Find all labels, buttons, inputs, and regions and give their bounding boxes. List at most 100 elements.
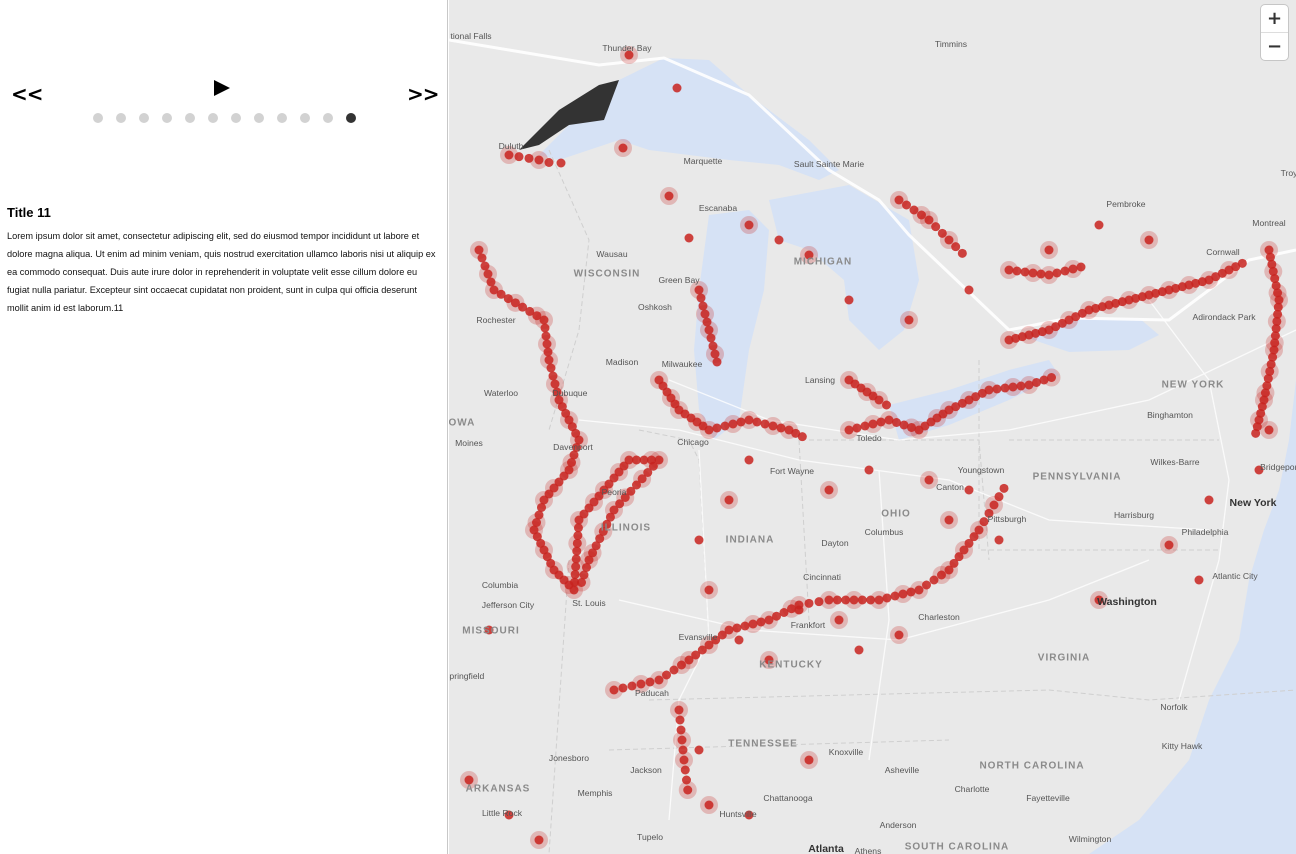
marker-point[interactable] [712, 423, 722, 433]
marker-point[interactable] [1004, 265, 1014, 275]
slide-dot[interactable] [254, 113, 264, 123]
marker-point[interactable] [768, 421, 778, 431]
marker-point[interactable] [931, 222, 941, 232]
marker-point[interactable] [944, 235, 954, 245]
marker-point[interactable] [710, 349, 720, 359]
marker-point[interactable] [514, 152, 524, 162]
marker-point[interactable] [572, 538, 582, 548]
marker-point[interactable] [832, 595, 842, 605]
marker-point[interactable] [914, 585, 924, 595]
marker-point[interactable] [1044, 245, 1054, 255]
marker-point[interactable] [483, 269, 493, 279]
marker-point[interactable] [544, 158, 554, 167]
marker-point[interactable] [904, 315, 914, 325]
slide-dot[interactable] [116, 113, 126, 123]
marker-point[interactable] [724, 495, 734, 505]
marker-point[interactable] [540, 323, 550, 333]
zoom-out-button[interactable]: − [1261, 32, 1288, 60]
marker-point[interactable] [824, 595, 834, 605]
marker-point[interactable] [999, 483, 1009, 493]
marker-point[interactable] [618, 143, 628, 153]
marker-point[interactable] [683, 785, 693, 795]
marker-point[interactable] [609, 685, 619, 695]
play-icon[interactable] [214, 80, 230, 96]
marker-point[interactable] [1204, 495, 1214, 505]
marker-point[interactable] [882, 400, 891, 410]
marker-point[interactable] [924, 215, 934, 225]
slide-dot[interactable] [300, 113, 310, 123]
zoom-in-button[interactable]: + [1261, 5, 1288, 32]
marker-point[interactable] [989, 500, 999, 510]
marker-point[interactable] [534, 155, 544, 165]
marker-point[interactable] [700, 309, 710, 319]
marker-point[interactable] [964, 285, 974, 295]
previous-slide-button[interactable]: << [11, 82, 44, 106]
marker-point[interactable] [864, 465, 874, 475]
marker-point[interactable] [539, 315, 549, 325]
marker-point[interactable] [1012, 266, 1022, 276]
slide-dot[interactable] [93, 113, 103, 123]
marker-point[interactable] [694, 745, 704, 755]
marker-point[interactable] [854, 645, 864, 655]
marker-point[interactable] [504, 150, 514, 160]
marker-point[interactable] [571, 554, 581, 564]
marker-point[interactable] [744, 220, 754, 230]
marker-point[interactable] [542, 339, 552, 349]
marker-point[interactable] [477, 253, 487, 263]
next-slide-button[interactable]: >> [407, 82, 440, 106]
marker-point[interactable] [794, 605, 804, 615]
slide-dot[interactable] [231, 113, 241, 123]
marker-point[interactable] [1144, 235, 1154, 245]
marker-point[interactable] [922, 580, 931, 590]
marker-point[interactable] [734, 635, 744, 645]
marker-point[interactable] [1194, 575, 1204, 585]
slide-dot[interactable] [185, 113, 195, 123]
slide-dot[interactable] [323, 113, 333, 123]
marker-point[interactable] [924, 475, 934, 485]
marker-point[interactable] [992, 384, 1002, 394]
marker-point[interactable] [874, 595, 884, 605]
marker-point[interactable] [849, 595, 859, 605]
marker-point[interactable] [684, 233, 694, 243]
marker-point[interactable] [694, 285, 704, 295]
marker-point[interactable] [902, 200, 911, 210]
marker-point[interactable] [964, 485, 974, 495]
marker-point[interactable] [744, 415, 754, 425]
marker-point[interactable] [844, 295, 854, 305]
marker-point[interactable] [696, 293, 706, 303]
marker-point[interactable] [704, 585, 714, 595]
marker-point[interactable] [704, 325, 714, 335]
marker-point[interactable] [706, 333, 716, 343]
marker-point[interactable] [474, 245, 484, 255]
marker-point[interactable] [824, 485, 834, 495]
marker-point[interactable] [1076, 262, 1086, 272]
marker-point[interactable] [675, 715, 685, 725]
marker-point[interactable] [732, 623, 742, 633]
marker-point[interactable] [882, 593, 892, 603]
marker-point[interactable] [1251, 428, 1261, 438]
marker-point[interactable] [744, 455, 754, 465]
marker-point[interactable] [677, 735, 687, 745]
marker-point[interactable] [618, 683, 628, 693]
marker-point[interactable] [774, 235, 784, 245]
marker-point[interactable] [951, 242, 961, 252]
marker-point[interactable] [868, 419, 878, 429]
marker-point[interactable] [1052, 268, 1062, 278]
marker-point[interactable] [984, 385, 994, 395]
marker-point[interactable] [857, 595, 867, 605]
marker-point[interactable] [662, 670, 671, 680]
marker-point[interactable] [894, 195, 904, 205]
marker-point[interactable] [1008, 382, 1018, 392]
marker-point[interactable] [573, 531, 583, 541]
marker-point[interactable] [571, 562, 581, 572]
marker-point[interactable] [874, 395, 884, 405]
marker-point[interactable] [724, 625, 734, 635]
marker-point[interactable] [704, 425, 714, 435]
marker-point[interactable] [1164, 540, 1174, 550]
marker-point[interactable] [679, 755, 689, 765]
marker-point[interactable] [1044, 270, 1054, 280]
marker-point[interactable] [577, 578, 586, 587]
marker-point[interactable] [974, 525, 984, 535]
marker-point[interactable] [1264, 425, 1274, 435]
marker-point[interactable] [894, 630, 904, 640]
